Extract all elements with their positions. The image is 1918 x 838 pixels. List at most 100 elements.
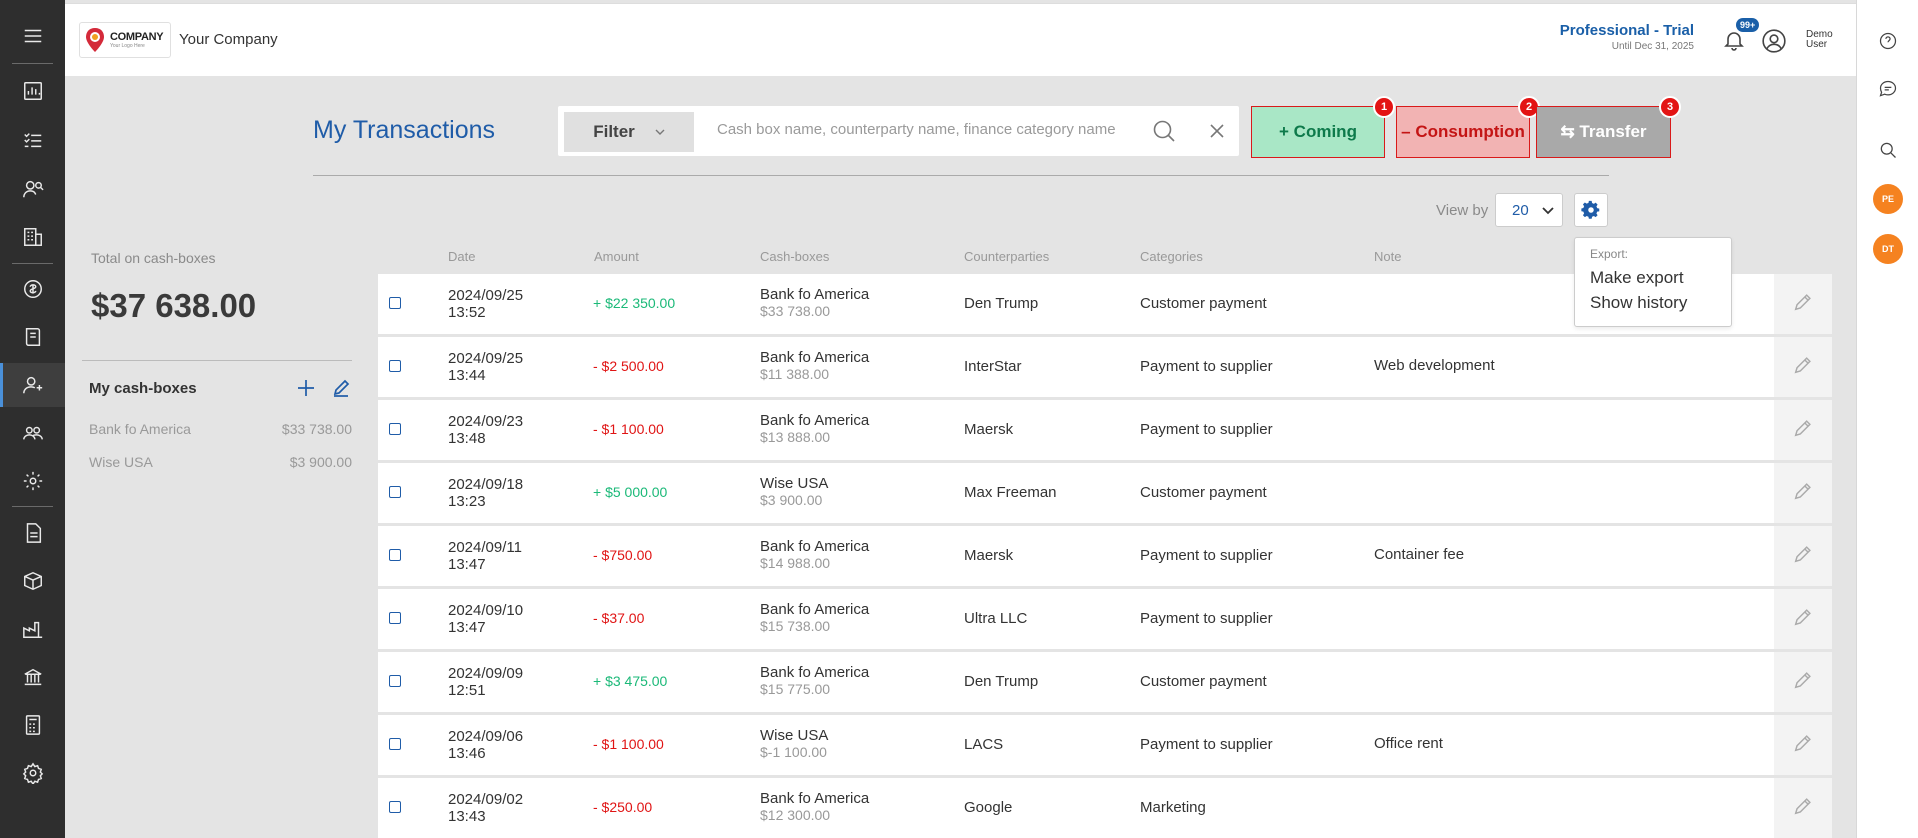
company-logo[interactable]: COMPANY Your Logo Here [79, 22, 171, 58]
row-checkbox[interactable] [389, 360, 401, 372]
search-icon[interactable] [1878, 140, 1898, 160]
row-date: 2024/09/23 13:48 [448, 413, 523, 447]
table-row[interactable]: 2024/09/11 13:47 - $750.00 Bank fo America $… [378, 526, 1832, 586]
row-category: Payment to supplier [1140, 736, 1273, 753]
filter-button[interactable]: Filter [564, 112, 694, 152]
help-icon[interactable] [1878, 31, 1898, 51]
table-row[interactable]: 2024/09/02 13:43 - $250.00 Bank fo America $… [378, 778, 1832, 838]
edit-row-button[interactable] [1774, 400, 1832, 460]
ledger-icon[interactable] [0, 315, 65, 359]
row-cashbox: Wise USA $-1 100.00 [760, 727, 828, 761]
search-input[interactable] [717, 121, 1137, 138]
column-header-note[interactable]: Note [1374, 249, 1401, 264]
team-icon[interactable] [0, 411, 65, 455]
company-name[interactable]: Your Company [179, 31, 278, 48]
row-checkbox[interactable] [389, 801, 401, 813]
user-name[interactable]: Demo User [1806, 30, 1836, 50]
row-amount: + $22 350.00 [593, 295, 676, 311]
row-checkbox[interactable] [389, 549, 401, 561]
row-category: Customer payment [1140, 484, 1267, 501]
row-cashbox-name: Bank fo America [760, 538, 870, 555]
row-date: 2024/09/06 13:46 [448, 728, 523, 762]
table-row[interactable]: 2024/09/10 13:47 - $37.00 Bank fo America $1… [378, 589, 1832, 649]
show-history-item[interactable]: Show history [1590, 293, 1687, 313]
row-category: Marketing [1140, 799, 1206, 816]
view-by-select[interactable]: 20 [1495, 193, 1563, 227]
edit-row-button[interactable] [1774, 337, 1832, 397]
row-checkbox[interactable] [389, 738, 401, 750]
plan-until: Until Dec 31, 2025 [1611, 41, 1694, 52]
avatar-dt[interactable]: DT [1873, 234, 1903, 264]
column-header-amount[interactable]: Amount [594, 249, 639, 264]
add-cashbox-icon[interactable] [296, 378, 316, 398]
column-header-categories[interactable]: Categories [1140, 249, 1203, 264]
row-cashbox: Wise USA $3 900.00 [760, 475, 828, 509]
edit-row-button[interactable] [1774, 526, 1832, 586]
row-category: Payment to supplier [1140, 610, 1273, 627]
export-menu: Export: Make export Show history [1574, 237, 1732, 327]
row-cashbox: Bank fo America $33 738.00 [760, 286, 869, 320]
dashboard-chart-icon[interactable] [0, 69, 65, 113]
package-icon[interactable] [0, 559, 65, 603]
table-row[interactable]: 2024/09/25 13:44 - $2 500.00 Bank fo Americ… [378, 337, 1832, 397]
row-note: Web development [1374, 357, 1495, 374]
bank-icon[interactable] [0, 655, 65, 699]
settings-icon[interactable] [0, 751, 65, 795]
make-export-item[interactable]: Make export [1590, 268, 1684, 288]
currency-exchange-icon[interactable] [0, 267, 65, 311]
factory-icon[interactable] [0, 607, 65, 651]
user-avatar-icon[interactable] [1761, 28, 1787, 54]
row-checkbox[interactable] [389, 486, 401, 498]
table-row[interactable]: 2024/09/06 13:46 - $1 100.00 Wise USA $-1 10… [378, 715, 1832, 775]
building-icon[interactable] [0, 215, 65, 259]
task-list-icon[interactable] [0, 118, 65, 162]
export-header: Export: [1590, 247, 1629, 261]
row-checkbox[interactable] [389, 612, 401, 624]
clear-search-icon[interactable] [1208, 122, 1226, 140]
left-sidebar [0, 0, 65, 838]
row-category: Payment to supplier [1140, 421, 1273, 438]
gear-user-icon[interactable] [0, 459, 65, 503]
table-row[interactable]: 2024/09/23 13:48 - $1 100.00 Bank fo Americ… [378, 400, 1832, 460]
row-checkbox[interactable] [389, 675, 401, 687]
chat-icon[interactable] [1878, 79, 1898, 99]
edit-row-button[interactable] [1774, 715, 1832, 775]
pencil-icon [1792, 354, 1814, 381]
table-row[interactable]: 2024/09/18 13:23 + $5 000.00 Wise USA $3 900… [378, 463, 1832, 523]
users-search-icon[interactable] [0, 167, 65, 211]
table-settings-button[interactable] [1574, 193, 1608, 227]
sidebar-divider [12, 263, 53, 264]
notifications-bell-icon[interactable]: 99+ [1722, 18, 1760, 52]
column-header-counterparties[interactable]: Counterparties [964, 249, 1049, 264]
plan-name[interactable]: Professional - Trial [1560, 22, 1694, 39]
consumption-button[interactable]: – Consumption 2 [1396, 96, 1540, 158]
calculator-icon[interactable] [0, 703, 65, 747]
person-money-icon[interactable] [0, 363, 65, 407]
edit-row-button[interactable] [1774, 463, 1832, 523]
transfer-button[interactable]: ⇆ Transfer 3 [1536, 96, 1681, 158]
row-checkbox[interactable] [389, 297, 401, 309]
menu-icon[interactable] [0, 14, 65, 58]
right-rail: PE DT [1856, 0, 1918, 838]
column-header-date[interactable]: Date [448, 249, 475, 264]
coming-button[interactable]: + Coming 1 [1251, 96, 1395, 158]
filter-bar: Filter [558, 106, 1239, 156]
cashbox-item[interactable]: Wise USA $3 900.00 [89, 454, 352, 470]
avatar-pe[interactable]: PE [1873, 184, 1903, 214]
row-amount: + $5 000.00 [593, 484, 668, 500]
consumption-label: – Consumption [1401, 122, 1525, 141]
search-icon[interactable] [1152, 119, 1176, 143]
row-note: Container fee [1374, 546, 1465, 563]
row-cashbox-name: Bank fo America [760, 412, 870, 429]
edit-cashbox-icon[interactable] [332, 379, 350, 397]
edit-row-button[interactable] [1774, 274, 1832, 334]
edit-row-button[interactable] [1774, 589, 1832, 649]
column-header-cashboxes[interactable]: Cash-boxes [760, 249, 829, 264]
table-row[interactable]: 2024/09/09 12:51 + $3 475.00 Bank fo Americ… [378, 652, 1832, 712]
cashbox-item[interactable]: Bank fo America $33 738.00 [89, 421, 352, 437]
plan-info[interactable]: Professional - Trial Until Dec 31, 2025 [1560, 22, 1694, 52]
edit-row-button[interactable] [1774, 652, 1832, 712]
row-checkbox[interactable] [389, 423, 401, 435]
document-icon[interactable] [0, 511, 65, 555]
edit-row-button[interactable] [1774, 778, 1832, 838]
